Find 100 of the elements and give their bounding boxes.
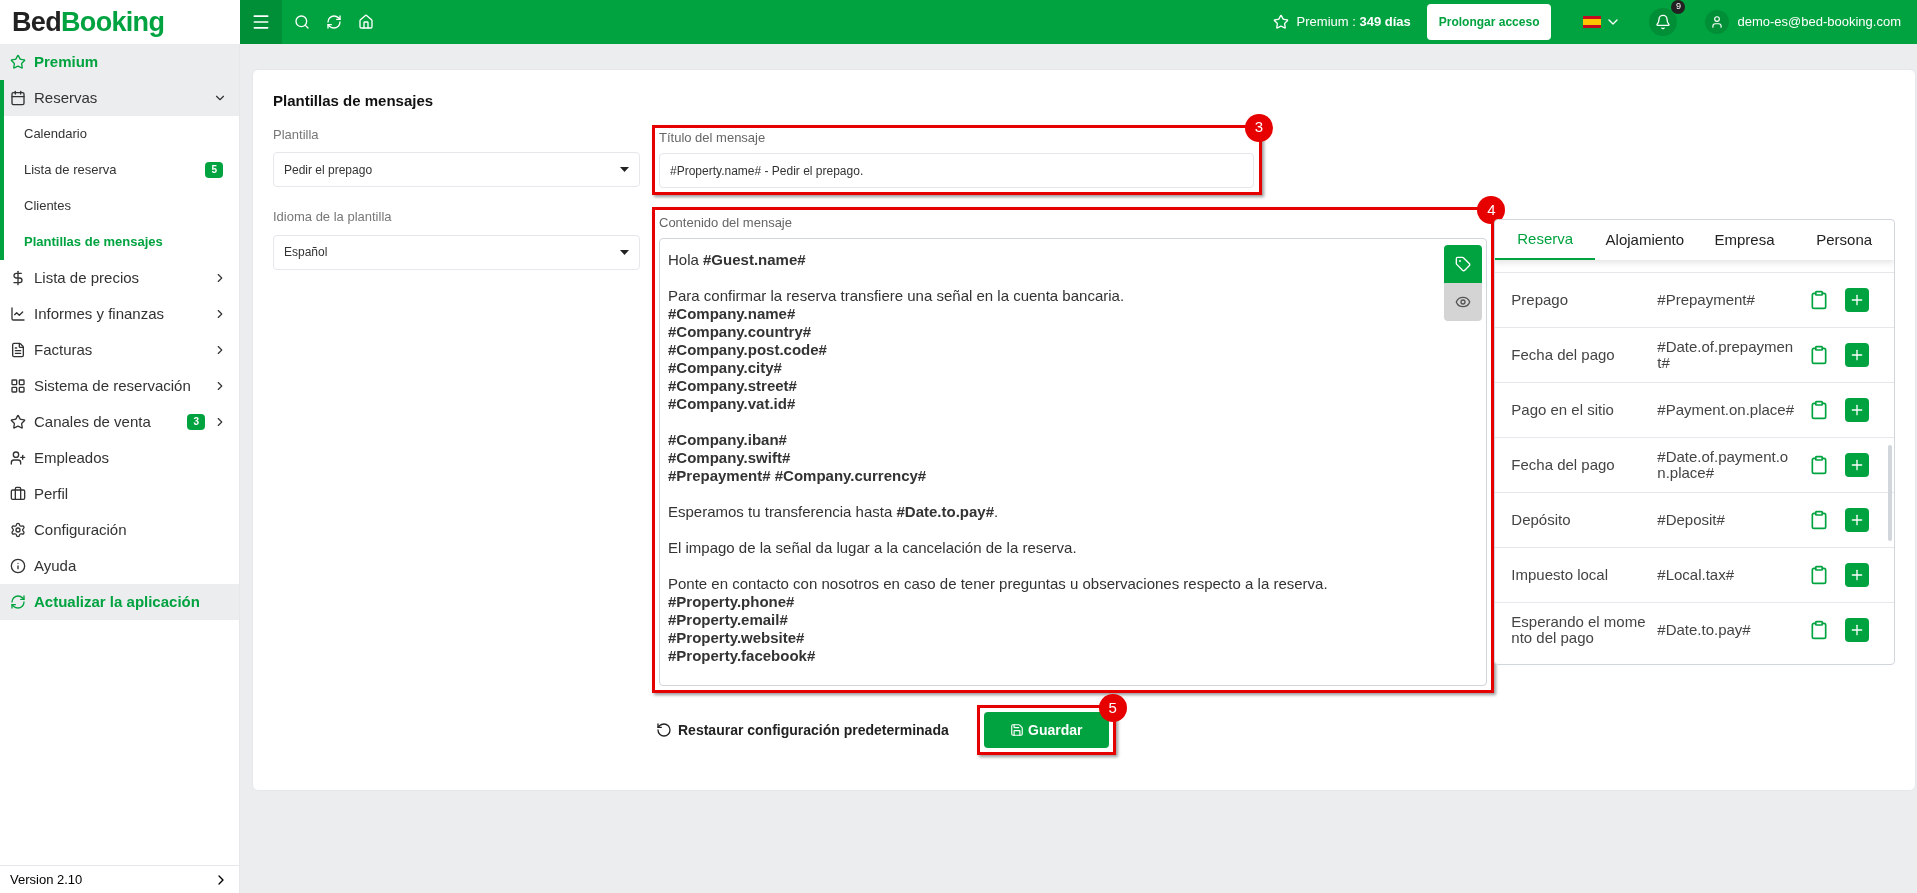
star-icon xyxy=(10,54,26,70)
sidebar-item[interactable]: Sistema de reservación xyxy=(0,368,239,404)
home-icon[interactable] xyxy=(358,14,374,30)
page-title: Plantillas de mensajes xyxy=(273,91,435,111)
menu-button[interactable] xyxy=(240,0,282,44)
variable-name: Pago en el sitio xyxy=(1511,402,1615,418)
chart-icon xyxy=(10,306,26,322)
preview-button[interactable] xyxy=(1444,283,1483,321)
user-avatar[interactable] xyxy=(1705,10,1730,34)
logo[interactable]: BedBooking xyxy=(0,0,240,44)
clipboard-icon[interactable] xyxy=(1809,345,1830,365)
user-icon xyxy=(1710,15,1725,29)
text-line: El impago de la señal da lugar a la cancelación de la reserva. xyxy=(668,539,1077,557)
save-icon xyxy=(1010,723,1024,737)
flag-icon xyxy=(1583,16,1602,28)
annotation-number: 5 xyxy=(1098,694,1127,722)
refresh-icon xyxy=(10,594,26,610)
variable-code: #Local.tax# xyxy=(1657,567,1736,583)
text-line: #Company.vat.id# xyxy=(668,395,796,413)
briefcase-icon xyxy=(10,486,26,502)
add-button[interactable] xyxy=(1845,618,1870,642)
annotation-number: 4 xyxy=(1477,196,1506,224)
add-button[interactable] xyxy=(1845,563,1870,587)
grid-icon xyxy=(10,378,26,394)
submenu-item[interactable]: Clientes xyxy=(4,188,239,224)
variable-name: Esperando el mome nto del pago xyxy=(1511,614,1647,646)
text-line: #Company.country# xyxy=(668,323,812,341)
search-icon[interactable] xyxy=(294,14,310,30)
field-label: Plantilla xyxy=(273,125,320,144)
tag-button[interactable] xyxy=(1444,245,1483,283)
sidebar-item[interactable]: Informes y finanzas xyxy=(0,296,239,332)
submenu-item[interactable]: Lista de reserva 5 xyxy=(4,152,239,188)
refresh-icon[interactable] xyxy=(326,14,342,30)
clipboard-icon[interactable] xyxy=(1809,290,1830,310)
notifications-button[interactable] xyxy=(1649,8,1678,36)
variable-name: Fecha del pago xyxy=(1511,457,1616,473)
restore-defaults-button[interactable]: Restaurar configuración predeterminada xyxy=(656,719,949,741)
variable-code: #Date.of.prepaymen t# xyxy=(1657,339,1795,371)
add-button[interactable] xyxy=(1845,508,1870,532)
count-badge: 5 xyxy=(205,162,223,178)
text-line: #Company.city# xyxy=(668,359,782,377)
add-button[interactable] xyxy=(1845,288,1870,312)
clipboard-icon[interactable] xyxy=(1809,510,1830,530)
dropdown[interactable]: Pedir el prepago xyxy=(273,152,640,187)
text-line: #Property.website# xyxy=(668,629,805,647)
clipboard-icon[interactable] xyxy=(1809,400,1830,420)
sidebar-item[interactable]: Canales de venta 3 xyxy=(0,404,239,440)
info-icon xyxy=(10,558,26,574)
variable-code: #Deposit# xyxy=(1657,512,1726,528)
text-line: #Company.post.code# xyxy=(668,341,827,359)
caret-icon xyxy=(620,167,629,172)
tab[interactable]: Persona xyxy=(1794,220,1894,260)
add-button[interactable] xyxy=(1845,398,1870,422)
submenu-item[interactable]: Calendario xyxy=(4,116,239,152)
sidebar-item[interactable]: Empleados xyxy=(0,440,239,476)
variable-name: Fecha del pago xyxy=(1511,347,1616,363)
tab[interactable]: Empresa xyxy=(1694,220,1795,260)
text-line: #Property.facebook# xyxy=(668,647,816,665)
caret-icon xyxy=(620,249,629,255)
clipboard-icon[interactable] xyxy=(1809,565,1830,585)
add-button[interactable] xyxy=(1845,343,1870,367)
clipboard-icon[interactable] xyxy=(1809,620,1830,640)
text-line: Ponte en contacto con nosotros en caso de tener preguntas u observaciones respecto a la reserva. xyxy=(668,575,1328,593)
variable-name: Prepago xyxy=(1511,292,1569,308)
sidebar-item[interactable]: Reservas xyxy=(4,80,239,116)
sidebar-item[interactable]: Configuración xyxy=(0,512,239,548)
variable-code: #Prepayment# xyxy=(1657,292,1756,308)
sidebar-item[interactable]: Lista de precios xyxy=(0,260,239,296)
version-text: Version 2.10 xyxy=(10,870,83,889)
text-line: #Company.swift# xyxy=(668,449,791,467)
star-icon xyxy=(1272,14,1289,30)
premium-status: Premium : 349 días xyxy=(1296,13,1411,32)
add-button[interactable] xyxy=(1845,453,1870,477)
variable-name: Impuesto local xyxy=(1511,567,1609,583)
dropdown[interactable]: Español xyxy=(273,234,640,270)
text-line: #Company.iban# xyxy=(668,431,787,449)
input-field[interactable]: #Property.name# - Pedir el prepago. xyxy=(659,153,1254,188)
text-line: #Prepayment# #Company.currency# xyxy=(668,467,927,485)
clipboard-icon[interactable] xyxy=(1809,455,1830,475)
tag-icon xyxy=(1455,256,1472,272)
dollar-icon xyxy=(10,270,26,286)
user-plus-icon xyxy=(10,450,26,466)
count-badge: 3 xyxy=(187,414,205,430)
variable-code: #Date.of.payment.o n.place# xyxy=(1657,449,1790,481)
field-label: Idioma de la plantilla xyxy=(273,208,393,226)
sidebar-item[interactable]: Perfil xyxy=(0,476,239,512)
text-line: #Property.email# xyxy=(668,611,788,629)
text-line: #Company.name# xyxy=(668,305,796,323)
text-line: Esperamos tu transferencia hasta #Date.to.pay#. xyxy=(668,503,999,521)
star-icon xyxy=(10,414,26,430)
bell-icon xyxy=(1655,14,1672,30)
tab[interactable]: Alojamiento xyxy=(1594,220,1695,260)
variable-name: Depósito xyxy=(1511,512,1572,528)
settings-icon xyxy=(10,522,26,538)
sidebar-item[interactable]: Ayuda xyxy=(0,548,239,584)
field-label: Contenido del mensaje xyxy=(659,215,792,230)
variable-code: #Date.to.pay# xyxy=(1657,622,1752,638)
field-label: Título del mensaje xyxy=(659,128,767,147)
eye-icon xyxy=(1455,294,1472,310)
sidebar-item[interactable]: Facturas xyxy=(0,332,239,368)
